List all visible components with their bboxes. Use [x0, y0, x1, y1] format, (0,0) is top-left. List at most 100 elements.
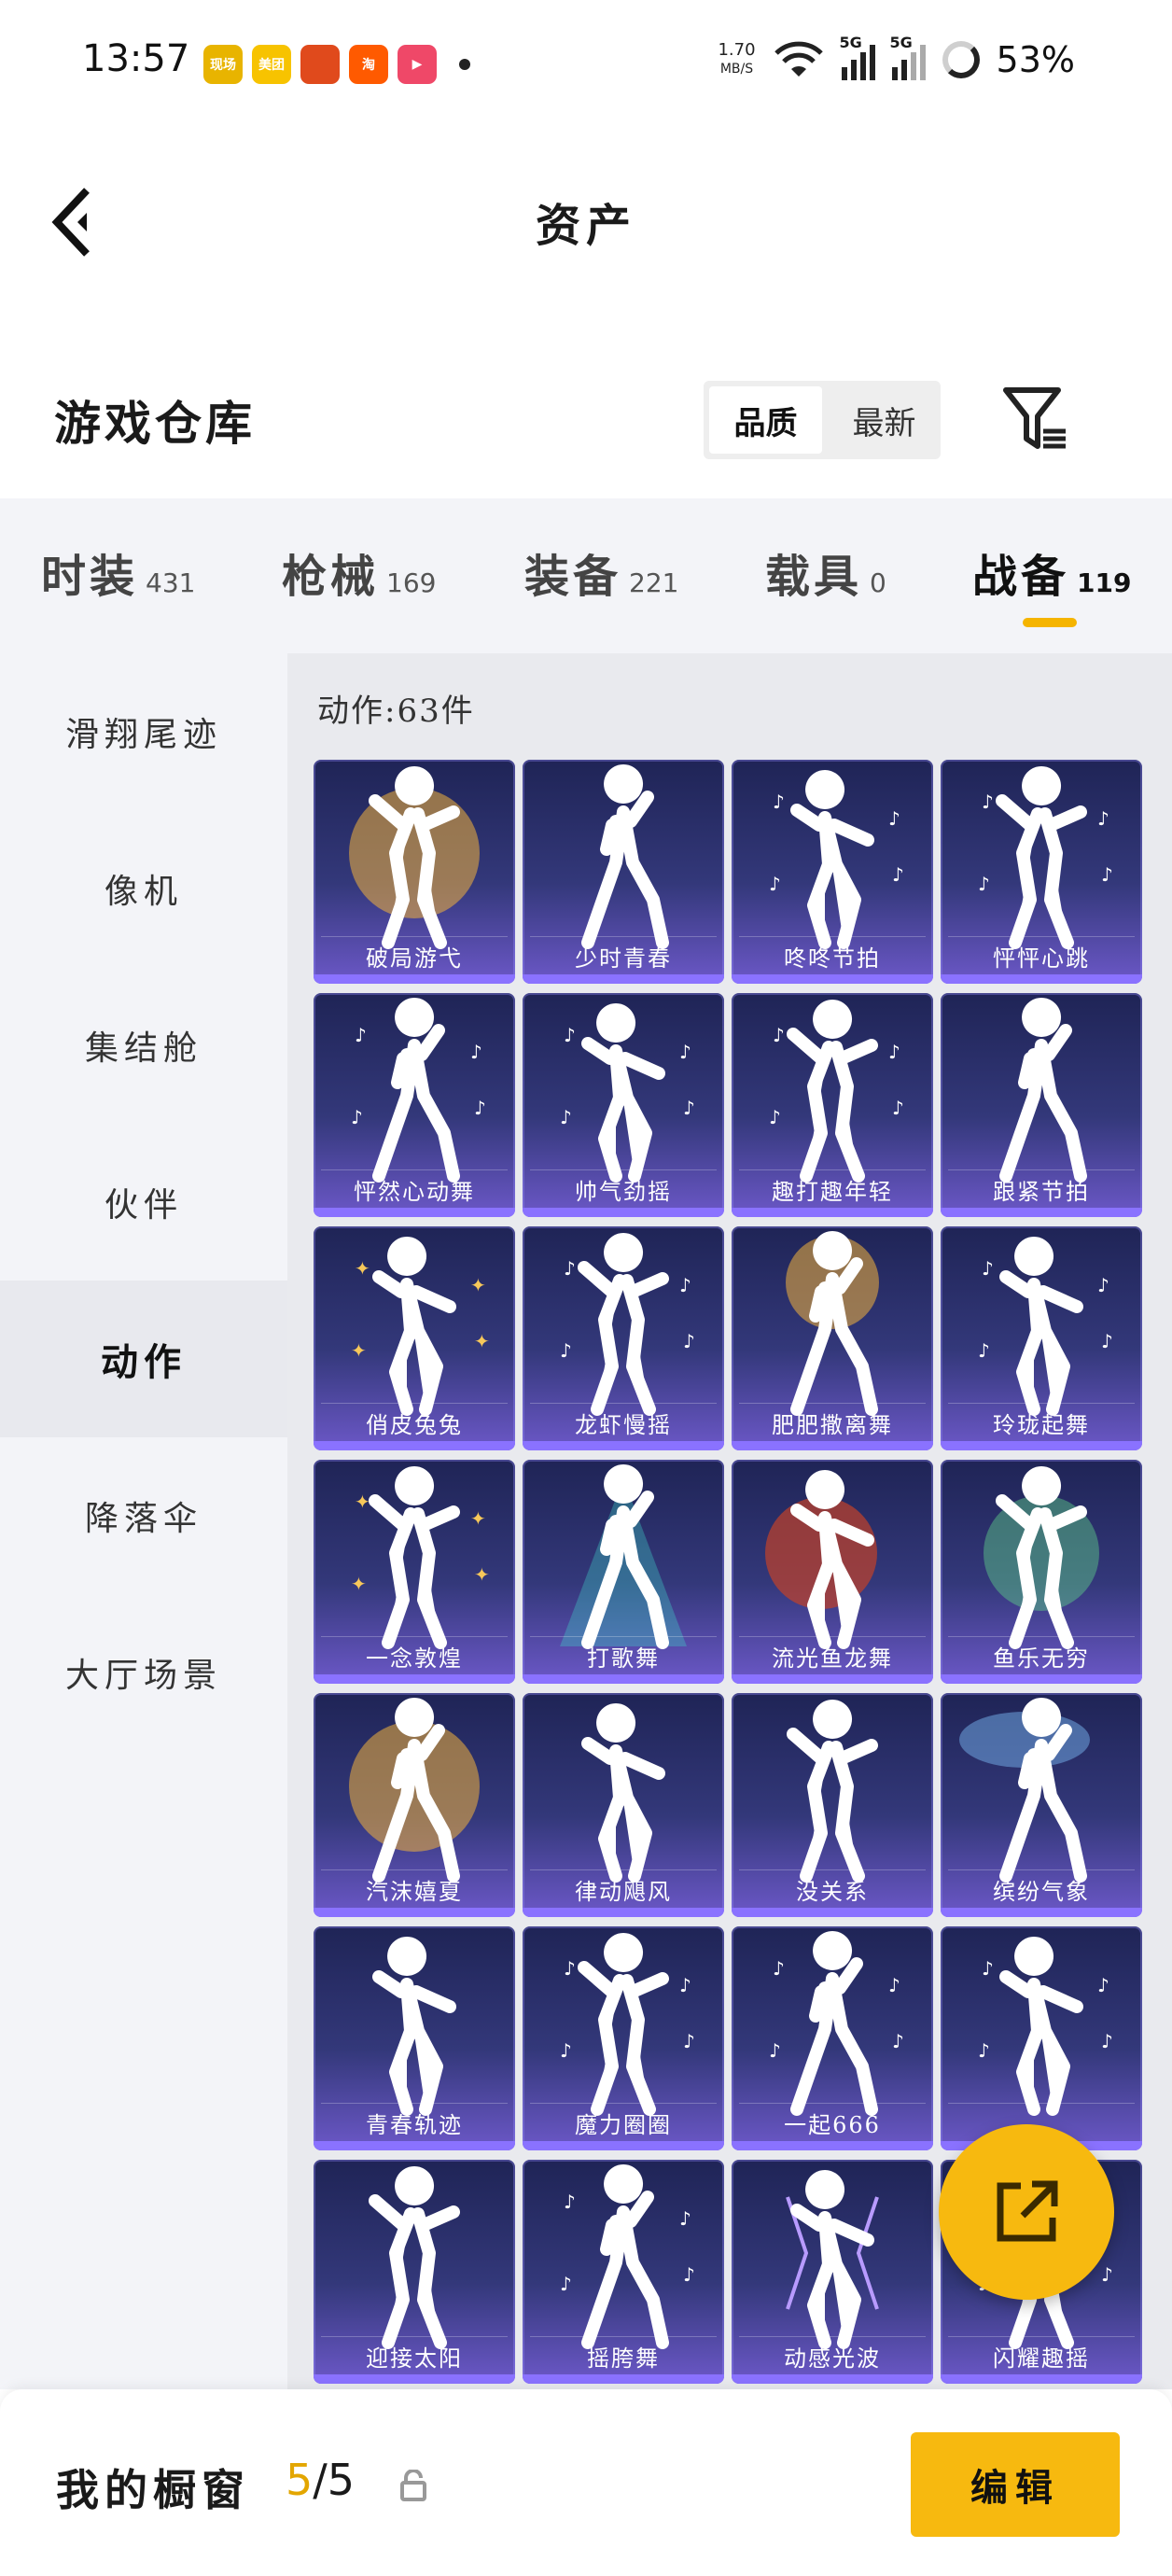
- emote-card[interactable]: 打歌舞: [523, 1460, 724, 1684]
- wifi-icon: [774, 41, 823, 77]
- tab-battle-prep[interactable]: 战备 119: [972, 539, 1131, 605]
- emote-card[interactable]: 肥肥撒离舞: [732, 1226, 933, 1450]
- emote-card[interactable]: 缤纷气象: [941, 1693, 1142, 1917]
- card-base-stripe: [732, 2374, 933, 2384]
- emote-name: 律动飓风: [575, 1879, 672, 1905]
- emote-card[interactable]: ♪ ♪ ♪ ♪: [941, 1926, 1142, 2150]
- card-divider: [948, 1403, 1135, 1404]
- svg-text:✦: ✦: [474, 1563, 490, 1586]
- emote-name: 俏皮兔兔: [366, 1412, 463, 1438]
- emote-card[interactable]: ♪ ♪ ♪ ♪ 一起666: [732, 1926, 933, 2150]
- card-base-stripe: [732, 1908, 933, 1917]
- filter-button[interactable]: [1000, 385, 1071, 455]
- tab-weapons[interactable]: 枪械 169: [282, 539, 436, 605]
- emote-name: 青春轨迹: [366, 2112, 463, 2138]
- emote-name: 摇胯舞: [587, 2345, 660, 2372]
- emote-card[interactable]: ♪ ♪ ♪ ♪ 趣打趣年轻: [732, 993, 933, 1217]
- emote-card[interactable]: 青春轨迹: [314, 1926, 515, 2150]
- tab-equipment[interactable]: 装备 221: [524, 539, 678, 605]
- svg-text:♪: ♪: [683, 2030, 695, 2052]
- svg-text:✦: ✦: [470, 1507, 486, 1530]
- svg-text:♪: ♪: [679, 1041, 691, 1063]
- svg-text:♪: ♪: [982, 1957, 994, 1980]
- emote-card[interactable]: ♪ ♪ ♪ ♪ 龙虾慢摇: [523, 1226, 724, 1450]
- emote-card[interactable]: 迎接太阳: [314, 2160, 515, 2384]
- svg-text:♪: ♪: [978, 873, 990, 895]
- emote-card[interactable]: 破局游弋: [314, 760, 515, 984]
- emote-card[interactable]: ♪ ♪ ♪ ♪ 怦然心动舞: [314, 993, 515, 1217]
- emote-preview-image: ♪ ♪ ♪ ♪: [978, 1937, 1113, 2116]
- emote-name: 肥肥撒离舞: [772, 1412, 893, 1438]
- emote-card[interactable]: 流光鱼龙舞: [732, 1460, 933, 1684]
- emote-name: 咚咚节拍: [784, 945, 881, 972]
- card-divider: [321, 1169, 508, 1170]
- svg-text:♪: ♪: [470, 1041, 482, 1063]
- emote-name: 怦怦心跳: [993, 945, 1090, 972]
- sort-toggle: 品质 最新: [704, 381, 941, 459]
- svg-text:♪: ♪: [1101, 1330, 1113, 1352]
- emote-card[interactable]: 跟紧节拍: [941, 993, 1142, 1217]
- svg-text:✦: ✦: [351, 1339, 367, 1362]
- notification-icons: 现场 美团 淘 ▶: [203, 45, 470, 84]
- svg-text:♪: ♪: [773, 791, 785, 813]
- sort-quality-button[interactable]: 品质: [709, 386, 822, 454]
- emote-card[interactable]: ✦ ✦ ✦ ✦ 一念敦煌: [314, 1460, 515, 1684]
- emote-card[interactable]: 动感光波: [732, 2160, 933, 2384]
- app-icon-3: [300, 45, 340, 84]
- emote-card[interactable]: 鱼乐无穷: [941, 1460, 1142, 1684]
- card-divider: [739, 936, 926, 937]
- svg-text:♪: ♪: [564, 1257, 576, 1280]
- sidebar-item-partner[interactable]: 伙伴: [0, 1124, 287, 1281]
- share-button[interactable]: [939, 2124, 1114, 2300]
- card-base-stripe: [314, 1441, 515, 1450]
- svg-text:♪: ♪: [679, 1274, 691, 1296]
- card-base-stripe: [523, 1441, 724, 1450]
- emote-card[interactable]: ✦ ✦ ✦ ✦ 俏皮兔兔: [314, 1226, 515, 1450]
- svg-text:♪: ♪: [769, 1106, 781, 1128]
- page-header: 资产: [0, 149, 1172, 289]
- tab-vehicles[interactable]: 载具 0: [765, 539, 886, 605]
- emote-card[interactable]: ♪ ♪ ♪ ♪ 玲珑起舞: [941, 1226, 1142, 1450]
- emote-name: 没关系: [796, 1879, 869, 1905]
- svg-text:♪: ♪: [769, 873, 781, 895]
- emote-name: 少时青春: [575, 945, 672, 972]
- emote-card[interactable]: 没关系: [732, 1693, 933, 1917]
- emote-card[interactable]: ♪ ♪ ♪ ♪ 魔力圈圈: [523, 1926, 724, 2150]
- sort-newest-button[interactable]: 最新: [828, 381, 941, 459]
- emote-card[interactable]: ♪ ♪ ♪ ♪ 咚咚节拍: [732, 760, 933, 984]
- sidebar-item-emote[interactable]: 动作: [0, 1281, 287, 1437]
- svg-text:✦: ✦: [355, 1491, 370, 1513]
- card-base-stripe: [941, 974, 1142, 984]
- emote-card[interactable]: ♪ ♪ ♪ ♪ 帅气劲摇: [523, 993, 724, 1217]
- warehouse-title: 游戏仓库: [54, 396, 256, 451]
- svg-text:✦: ✦: [351, 1573, 367, 1595]
- card-base-stripe: [523, 1674, 724, 1684]
- card-base-stripe: [314, 1908, 515, 1917]
- sidebar-item-camera[interactable]: 像机: [0, 810, 287, 967]
- emote-card[interactable]: 汽沫嬉夏: [314, 1693, 515, 1917]
- tab-fashion[interactable]: 时装 431: [41, 539, 195, 605]
- showcase-label: 我的橱窗: [56, 2465, 250, 2515]
- emote-name: 一起666: [784, 2112, 881, 2138]
- card-divider: [530, 2103, 717, 2104]
- sidebar-item-parachute[interactable]: 降落伞: [0, 1437, 287, 1594]
- emote-card[interactable]: ♪ ♪ ♪ ♪ 摇胯舞: [523, 2160, 724, 2384]
- svg-text:♪: ♪: [982, 1257, 994, 1280]
- showcase-count: 5/5: [286, 2455, 356, 2505]
- emote-card[interactable]: ♪ ♪ ♪ ♪ 怦怦心跳: [941, 760, 1142, 984]
- card-base-stripe: [941, 1674, 1142, 1684]
- lock-icon[interactable]: [399, 2470, 427, 2501]
- svg-text:♪: ♪: [1101, 2030, 1113, 2052]
- card-divider: [739, 1403, 926, 1404]
- sidebar-item-assembly-pod[interactable]: 集结舱: [0, 967, 287, 1124]
- sidebar-item-glide-trail[interactable]: 滑翔尾迹: [0, 653, 287, 810]
- emote-name: 流光鱼龙舞: [772, 1645, 893, 1672]
- svg-text:♪: ♪: [355, 1024, 367, 1046]
- emote-card[interactable]: 少时青春: [523, 760, 724, 984]
- card-base-stripe: [941, 1441, 1142, 1450]
- emote-name: 帅气劲摇: [575, 1179, 672, 1205]
- sidebar-item-lobby-scene[interactable]: 大厅场景: [0, 1594, 287, 1751]
- emote-card[interactable]: 律动飓风: [523, 1693, 724, 1917]
- edit-button[interactable]: 编辑: [911, 2432, 1120, 2537]
- svg-text:♪: ♪: [560, 1106, 572, 1128]
